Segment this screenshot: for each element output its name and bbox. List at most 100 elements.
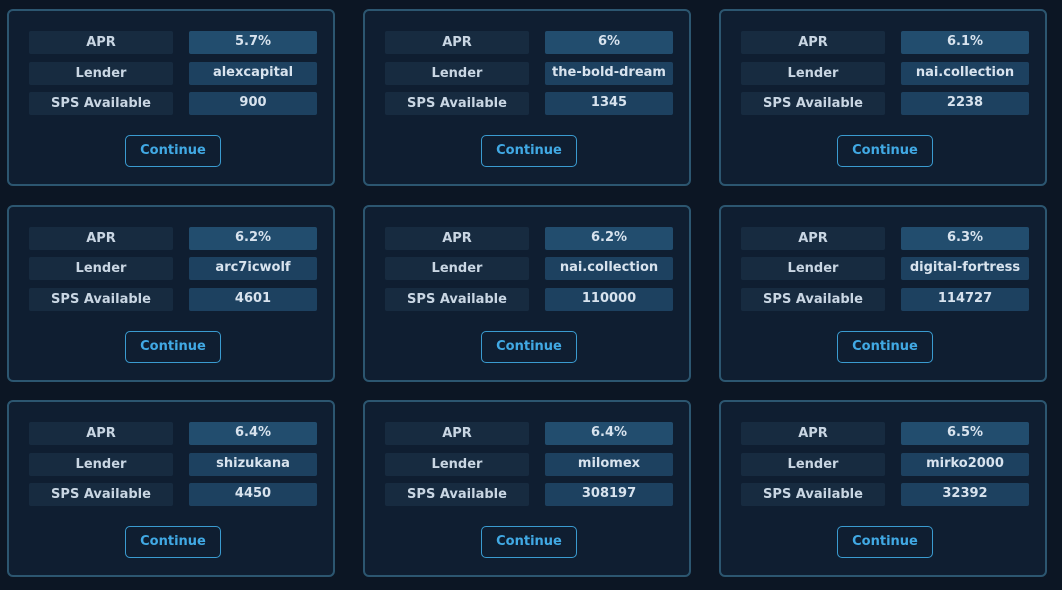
continue-button[interactable]: Continue — [481, 526, 577, 558]
offer-card: APR 5.7% Lender alexcapital SPS Availabl… — [7, 9, 335, 186]
sps-available-row: SPS Available 900 — [29, 92, 319, 115]
continue-button[interactable]: Continue — [481, 331, 577, 363]
sps-available-row: SPS Available 4601 — [29, 288, 319, 311]
apr-label: APR — [385, 31, 529, 54]
sps-available-label: SPS Available — [741, 288, 885, 311]
sps-available-label: SPS Available — [29, 288, 173, 311]
sps-available-label: SPS Available — [385, 92, 529, 115]
apr-row: APR 6.3% — [741, 227, 1031, 250]
lender-value: shizukana — [189, 453, 317, 476]
lender-value: alexcapital — [189, 62, 317, 85]
sps-available-value: 4450 — [189, 483, 317, 506]
lender-value: arc7icwolf — [189, 257, 317, 280]
lender-row: Lender the-bold-dream — [385, 62, 675, 85]
offer-card: APR 6.1% Lender nai.collection SPS Avail… — [719, 9, 1047, 186]
apr-label: APR — [385, 422, 529, 445]
sps-available-row: SPS Available 4450 — [29, 483, 319, 506]
sps-available-row: SPS Available 2238 — [741, 92, 1031, 115]
apr-label: APR — [741, 422, 885, 445]
lender-label: Lender — [385, 62, 529, 85]
apr-row: APR 6.1% — [741, 31, 1031, 54]
apr-value: 6.4% — [545, 422, 673, 445]
apr-label: APR — [741, 227, 885, 250]
apr-label: APR — [385, 227, 529, 250]
continue-button[interactable]: Continue — [125, 135, 221, 167]
sps-available-value: 32392 — [901, 483, 1029, 506]
sps-available-label: SPS Available — [741, 483, 885, 506]
continue-button[interactable]: Continue — [837, 135, 933, 167]
sps-available-value: 308197 — [545, 483, 673, 506]
apr-value: 6.2% — [545, 227, 673, 250]
offer-card: APR 6.3% Lender digital-fortress SPS Ava… — [719, 205, 1047, 382]
sps-available-label: SPS Available — [385, 483, 529, 506]
apr-label: APR — [29, 227, 173, 250]
lender-row: Lender milomex — [385, 453, 675, 476]
apr-label: APR — [29, 422, 173, 445]
sps-available-row: SPS Available 308197 — [385, 483, 675, 506]
continue-button[interactable]: Continue — [837, 526, 933, 558]
offer-card: APR 6% Lender the-bold-dream SPS Availab… — [363, 9, 691, 186]
loan-offers-grid: APR 5.7% Lender alexcapital SPS Availabl… — [0, 0, 1062, 590]
apr-value: 6.1% — [901, 31, 1029, 54]
lender-label: Lender — [385, 257, 529, 280]
sps-available-value: 110000 — [545, 288, 673, 311]
apr-row: APR 6% — [385, 31, 675, 54]
continue-button[interactable]: Continue — [125, 526, 221, 558]
continue-button[interactable]: Continue — [125, 331, 221, 363]
apr-row: APR 6.4% — [29, 422, 319, 445]
lender-label: Lender — [741, 62, 885, 85]
offer-card: APR 6.4% Lender milomex SPS Available 30… — [363, 400, 691, 577]
lender-label: Lender — [741, 453, 885, 476]
lender-row: Lender arc7icwolf — [29, 257, 319, 280]
lender-value: digital-fortress — [901, 257, 1029, 280]
apr-value: 6% — [545, 31, 673, 54]
lender-row: Lender nai.collection — [741, 62, 1031, 85]
apr-value: 6.3% — [901, 227, 1029, 250]
lender-label: Lender — [29, 453, 173, 476]
apr-value: 6.2% — [189, 227, 317, 250]
apr-row: APR 6.4% — [385, 422, 675, 445]
lender-row: Lender mirko2000 — [741, 453, 1031, 476]
continue-button[interactable]: Continue — [481, 135, 577, 167]
lender-label: Lender — [741, 257, 885, 280]
sps-available-value: 900 — [189, 92, 317, 115]
offer-card: APR 6.4% Lender shizukana SPS Available … — [7, 400, 335, 577]
lender-row: Lender shizukana — [29, 453, 319, 476]
apr-row: APR 6.2% — [385, 227, 675, 250]
sps-available-value: 114727 — [901, 288, 1029, 311]
lender-row: Lender nai.collection — [385, 257, 675, 280]
offer-card: APR 6.5% Lender mirko2000 SPS Available … — [719, 400, 1047, 577]
lender-value: the-bold-dream — [545, 62, 673, 85]
apr-label: APR — [29, 31, 173, 54]
sps-available-row: SPS Available 1345 — [385, 92, 675, 115]
apr-row: APR 6.2% — [29, 227, 319, 250]
lender-value: nai.collection — [545, 257, 673, 280]
lender-label: Lender — [29, 62, 173, 85]
offer-card: APR 6.2% Lender arc7icwolf SPS Available… — [7, 205, 335, 382]
sps-available-row: SPS Available 110000 — [385, 288, 675, 311]
sps-available-label: SPS Available — [741, 92, 885, 115]
continue-button[interactable]: Continue — [837, 331, 933, 363]
lender-label: Lender — [29, 257, 173, 280]
lender-value: nai.collection — [901, 62, 1029, 85]
apr-value: 5.7% — [189, 31, 317, 54]
apr-label: APR — [741, 31, 885, 54]
lender-label: Lender — [385, 453, 529, 476]
sps-available-value: 2238 — [901, 92, 1029, 115]
apr-value: 6.4% — [189, 422, 317, 445]
lender-row: Lender digital-fortress — [741, 257, 1031, 280]
lender-value: milomex — [545, 453, 673, 476]
sps-available-row: SPS Available 114727 — [741, 288, 1031, 311]
apr-row: APR 5.7% — [29, 31, 319, 54]
sps-available-label: SPS Available — [29, 92, 173, 115]
sps-available-label: SPS Available — [29, 483, 173, 506]
apr-row: APR 6.5% — [741, 422, 1031, 445]
offer-card: APR 6.2% Lender nai.collection SPS Avail… — [363, 205, 691, 382]
lender-row: Lender alexcapital — [29, 62, 319, 85]
sps-available-row: SPS Available 32392 — [741, 483, 1031, 506]
sps-available-label: SPS Available — [385, 288, 529, 311]
sps-available-value: 1345 — [545, 92, 673, 115]
lender-value: mirko2000 — [901, 453, 1029, 476]
sps-available-value: 4601 — [189, 288, 317, 311]
apr-value: 6.5% — [901, 422, 1029, 445]
